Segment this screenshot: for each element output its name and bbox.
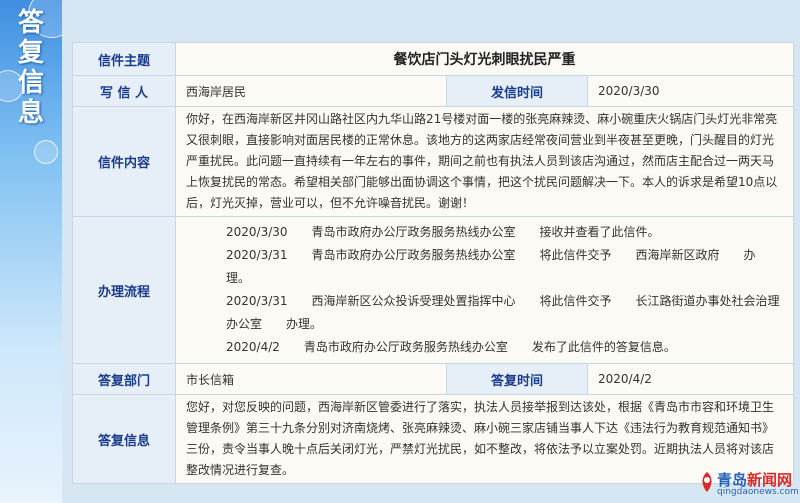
reply-panel: 信件主题 餐饮店门头灯光刺眼扰民严重 写 信 人 西海岸居民 发信时间 2020…	[62, 0, 800, 503]
letter-content: 你好，在西海岸新区井冈山路社区内九华山路21号楼对面一楼的张亮麻辣烫、麻小碗重庆…	[175, 106, 794, 217]
process-label: 办理流程	[72, 216, 176, 364]
section-title: 答 复 信 息	[17, 8, 44, 128]
content-row: 信件内容 你好，在西海岸新区井冈山路社区内九华山路21号楼对面一楼的张亮麻辣烫、…	[72, 106, 794, 217]
reply-time-label: 答复时间	[446, 363, 588, 395]
process-step: 2020/3/31 西海岸新区公众投诉受理处置指挥中心 将此信件交予 长江路街道办事…	[226, 294, 780, 331]
sent-time-value: 2020/3/30	[587, 75, 794, 107]
process-row: 办理流程 2020/3/30 青岛市政府办公厅政务服务热线办公室 接收并查看了此信件…	[72, 216, 794, 364]
reply-dept-label: 答复部门	[72, 363, 176, 395]
letter-table: 信件主题 餐饮店门头灯光刺眼扰民严重 写 信 人 西海岸居民 发信时间 2020…	[72, 42, 794, 484]
process-step: 2020/3/30 青岛市政府办公厅政务服务热线办公室 接收并查看了此信件。	[226, 225, 660, 239]
reply-time-value: 2020/4/2	[587, 363, 794, 395]
reply-dept-value: 市长信箱	[175, 363, 447, 395]
reply-dept-row: 答复部门 市长信箱 答复时间 2020/4/2	[72, 363, 794, 395]
letter-subject: 餐饮店门头灯光刺眼扰民严重	[175, 42, 794, 76]
subject-row: 信件主题 餐饮店门头灯光刺眼扰民严重	[72, 42, 794, 76]
logo-icon	[702, 472, 712, 492]
reply-info-row: 答复信息 您好，对您反映的问题，西海岸新区管委进行了落实，执法人员接举报到达该处…	[72, 394, 794, 484]
reply-info-label: 答复信息	[72, 394, 176, 484]
writer-label: 写 信 人	[72, 75, 176, 107]
sidebar-banner: 答 复 信 息	[0, 0, 62, 503]
subject-label: 信件主题	[72, 42, 176, 76]
process-step: 2020/4/2 青岛市政府办公厅政务服务热线办公室 发布了此信件的答复信息。	[226, 340, 676, 354]
bubble-decoration	[34, 140, 58, 164]
process-step: 2020/3/31 青岛市政府办公厅政务服务热线办公室 将此信件交予 西海岸新区政府…	[226, 248, 756, 285]
writer-value: 西海岸居民	[175, 75, 447, 107]
writer-row: 写 信 人 西海岸居民 发信时间 2020/3/30	[72, 75, 794, 107]
process-steps: 2020/3/30 青岛市政府办公厅政务服务热线办公室 接收并查看了此信件。 202…	[175, 216, 794, 364]
logo-url: qingdaonews.com	[717, 487, 799, 497]
content-label: 信件内容	[72, 106, 176, 217]
site-logo[interactable]: 青岛新闻网 qingdaonews.com	[699, 469, 799, 499]
sent-time-label: 发信时间	[446, 75, 588, 107]
